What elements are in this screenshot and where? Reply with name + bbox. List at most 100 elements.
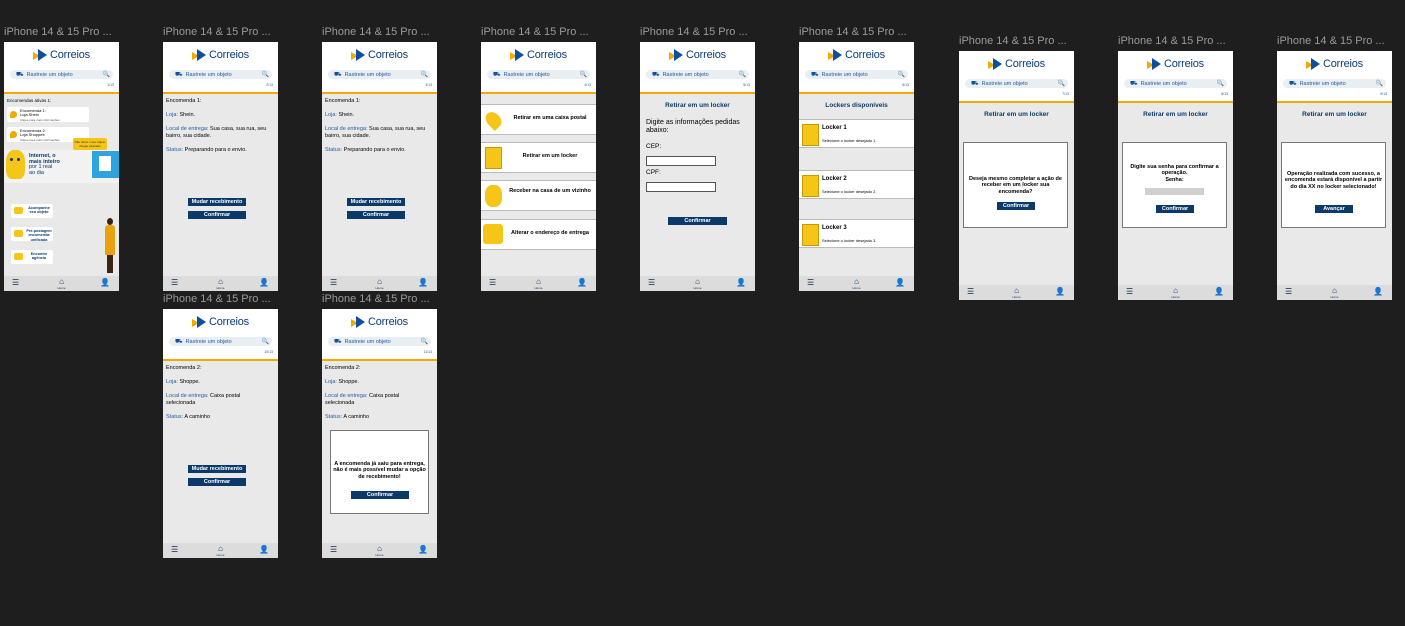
option-postal-box[interactable]: Retirar em uma caixa postal bbox=[481, 104, 596, 135]
track-icon: ⛟ bbox=[334, 338, 342, 345]
search-input[interactable]: ⛟ Rastreie um objeto 🔍 bbox=[646, 70, 749, 79]
home-nav-button[interactable]: ⌂ Home bbox=[213, 277, 228, 290]
service-agency[interactable]: Encontre agência bbox=[11, 250, 53, 264]
menu-icon[interactable]: ☰ bbox=[489, 279, 496, 287]
search-icon[interactable]: 🔍 bbox=[580, 71, 587, 78]
menu-icon[interactable]: ☰ bbox=[967, 288, 974, 296]
user-icon[interactable]: 👤 bbox=[259, 546, 269, 554]
search-icon[interactable]: 🔍 bbox=[898, 71, 905, 78]
user-icon[interactable]: 👤 bbox=[100, 279, 110, 287]
package-title: Encomenda 2: bbox=[166, 365, 202, 371]
frame-title: iPhone 14 & 15 Pro ... bbox=[4, 26, 112, 38]
home-nav-button[interactable]: ⌂ Home bbox=[1009, 286, 1024, 299]
user-icon[interactable]: 👤 bbox=[895, 279, 905, 287]
frame-title: iPhone 14 & 15 Pro ... bbox=[322, 26, 430, 38]
search-input[interactable]: ⛟ Rastreie um objeto 🔍 bbox=[487, 70, 590, 79]
user-icon[interactable]: 👤 bbox=[1055, 288, 1065, 296]
search-icon[interactable]: 🔍 bbox=[421, 71, 428, 78]
bottom-nav: ☰ ⌂ Home 👤 bbox=[481, 276, 596, 291]
search-icon[interactable]: 🔍 bbox=[1376, 80, 1383, 87]
status-line: Status: A caminho bbox=[166, 414, 211, 420]
home-nav-button[interactable]: ⌂ Home bbox=[54, 277, 69, 290]
menu-icon[interactable]: ☰ bbox=[807, 279, 814, 287]
confirm-button[interactable]: Confirmar bbox=[188, 478, 246, 486]
change-receiving-button[interactable]: Mudar recebimento bbox=[188, 465, 246, 473]
user-icon[interactable]: 👤 bbox=[418, 546, 428, 554]
service-prepost[interactable]: Pré-postagem encomenda unificada bbox=[11, 227, 53, 242]
option-neighbor[interactable]: Receber na casa de um vizinho bbox=[481, 180, 596, 211]
search-icon[interactable]: 🔍 bbox=[739, 71, 746, 78]
home-icon: ⌂ bbox=[536, 277, 541, 286]
user-icon[interactable]: 👤 bbox=[1373, 288, 1383, 296]
home-nav-button[interactable]: ⌂ Home bbox=[1168, 286, 1183, 299]
search-input[interactable]: ⛟ Rastreie um objeto 🔍 bbox=[328, 70, 431, 79]
search-input[interactable]: ⛟ Rastreie um objeto 🔍 bbox=[169, 337, 272, 346]
home-nav-button[interactable]: ⌂ Home bbox=[690, 277, 705, 290]
confirm-button[interactable]: Confirmar bbox=[351, 491, 409, 499]
status-line: Status: Preparando para o envio. bbox=[166, 147, 247, 153]
search-input[interactable]: ⛟ Rastreie um objeto 🔍 bbox=[10, 70, 113, 79]
confirm-button[interactable]: Confirmar bbox=[347, 211, 405, 219]
menu-icon[interactable]: ☰ bbox=[1285, 288, 1292, 296]
confirm-button[interactable]: Confirmar bbox=[997, 202, 1035, 210]
confirm-button[interactable]: Confirmar bbox=[1156, 205, 1194, 213]
service-track[interactable]: Acompanhe seu objeto bbox=[11, 204, 53, 218]
user-icon[interactable]: 👤 bbox=[418, 279, 428, 287]
menu-icon[interactable]: ☰ bbox=[330, 546, 337, 554]
correios-logo-icon bbox=[1147, 58, 1162, 70]
home-nav-button[interactable]: ⌂ Home bbox=[531, 277, 546, 290]
cpf-field[interactable] bbox=[646, 182, 716, 192]
home-nav-button[interactable]: ⌂ Home bbox=[849, 277, 864, 290]
menu-icon[interactable]: ☰ bbox=[1126, 288, 1133, 296]
search-input[interactable]: ⛟ Rastreie um objeto 🔍 bbox=[1124, 79, 1227, 88]
user-icon[interactable]: 👤 bbox=[259, 279, 269, 287]
password-field[interactable] bbox=[1145, 188, 1204, 195]
confirm-button[interactable]: Confirmar bbox=[188, 211, 246, 219]
menu-icon[interactable]: ☰ bbox=[171, 546, 178, 554]
section-title: Encomendas ativas 1: bbox=[7, 98, 52, 103]
locker-item[interactable]: Locker 3 Selecione o locker desejado 3. bbox=[799, 219, 914, 248]
status-line: Status: Preparando para o envio. bbox=[325, 147, 406, 153]
home-nav-button[interactable]: ⌂ Home bbox=[213, 544, 228, 557]
search-icon[interactable]: 🔍 bbox=[103, 71, 110, 78]
change-receiving-button[interactable]: Mudar recebimento bbox=[347, 198, 405, 206]
delivery-line: Local de entrega: Sua casa, sua rua, seu… bbox=[166, 126, 267, 139]
home-nav-button[interactable]: ⌂ Home bbox=[372, 277, 387, 290]
option-change-address[interactable]: Alterar o endereço de entrega bbox=[481, 219, 596, 250]
home-nav-button[interactable]: ⌂ Home bbox=[1327, 286, 1342, 299]
frame-title: iPhone 14 & 15 Pro ... bbox=[481, 26, 589, 38]
user-icon[interactable]: 👤 bbox=[577, 279, 587, 287]
search-input[interactable]: ⛟ Rastreie um objeto 🔍 bbox=[805, 70, 908, 79]
search-input[interactable]: ⛟ Rastreie um objeto 🔍 bbox=[1283, 79, 1386, 88]
option-locker[interactable]: Retirar em um locker bbox=[481, 142, 596, 173]
menu-icon[interactable]: ☰ bbox=[171, 279, 178, 287]
home-nav-button[interactable]: ⌂ Home bbox=[372, 544, 387, 557]
change-receiving-button[interactable]: Mudar recebimento bbox=[188, 198, 246, 206]
mailbox-icon bbox=[483, 224, 503, 244]
search-icon[interactable]: 🔍 bbox=[421, 338, 428, 345]
home-icon: ⌂ bbox=[377, 544, 382, 553]
next-button[interactable]: Avançar bbox=[1315, 205, 1353, 213]
cep-field[interactable] bbox=[646, 156, 716, 166]
search-icon[interactable]: 🔍 bbox=[1217, 80, 1224, 87]
search-input[interactable]: ⛟ Rastreie um objeto 🔍 bbox=[965, 79, 1068, 88]
search-icon[interactable]: 🔍 bbox=[262, 338, 269, 345]
search-input[interactable]: ⛟ Rastreie um objeto 🔍 bbox=[169, 70, 272, 79]
correios-logo: Correios bbox=[192, 314, 249, 330]
search-icon[interactable]: 🔍 bbox=[262, 71, 269, 78]
confirm-button[interactable]: Confirmar bbox=[668, 217, 727, 225]
menu-icon[interactable]: ☰ bbox=[330, 279, 337, 287]
alert-dialog: A encomenda já saiu para entrega, não é … bbox=[330, 430, 429, 514]
locker-item[interactable]: Locker 2 Selecione o locker desejado 2. bbox=[799, 170, 914, 199]
menu-icon[interactable]: ☰ bbox=[648, 279, 655, 287]
phone-screen: Correios ⛟ Rastreie um objeto 🔍 1/13 Encom… bbox=[4, 42, 119, 291]
app-header: Correios ⛟ Rastreie um objeto 🔍 10/13 bbox=[163, 309, 278, 361]
user-icon[interactable]: 👤 bbox=[736, 279, 746, 287]
package-card[interactable]: Encomenda 1: Loja Shein Clique para mais … bbox=[7, 107, 89, 122]
promo-banner[interactable]: Internet, o mais inteiro por 1 real ao dia bbox=[4, 150, 119, 183]
menu-icon[interactable]: ☰ bbox=[12, 279, 19, 287]
user-icon[interactable]: 👤 bbox=[1214, 288, 1224, 296]
search-icon[interactable]: 🔍 bbox=[1058, 80, 1065, 87]
locker-item[interactable]: Locker 1 Selecione o locker desejado 1. bbox=[799, 119, 914, 148]
search-input[interactable]: ⛟ Rastreie um objeto 🔍 bbox=[328, 337, 431, 346]
